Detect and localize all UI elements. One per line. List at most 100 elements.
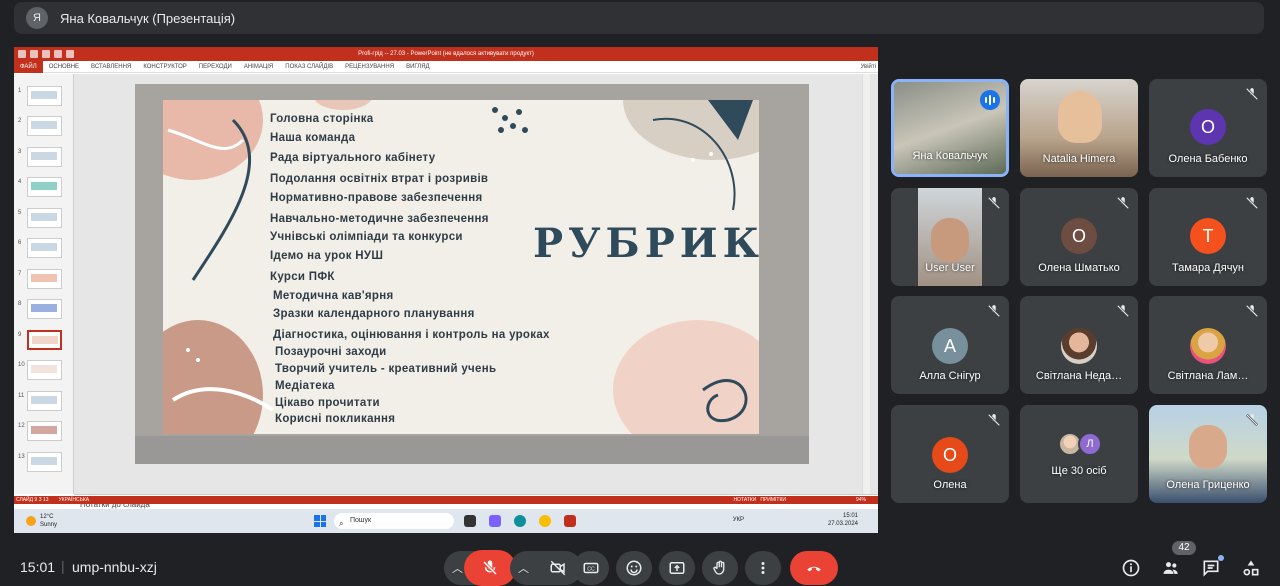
chevron-up-icon[interactable]: ︿	[518, 560, 529, 576]
slide-thumbnail[interactable]	[27, 208, 62, 228]
participant-avatar: О	[932, 437, 968, 473]
end-call-icon	[807, 566, 821, 572]
slide-thumbnail[interactable]	[27, 421, 62, 441]
weather-temp: 12°C	[40, 514, 54, 520]
ribbon-tab-file[interactable]: ФАЙЛ	[14, 60, 43, 73]
meeting-code[interactable]: ump-nnbu-xzj	[72, 559, 157, 575]
windows-taskbar: 12°C Sunny ⌕ Пошук УКР 15:01 27.03.2024	[14, 509, 878, 533]
ribbon-tab-home[interactable]: ОСНОВНЕ	[43, 64, 85, 70]
leave-call-button[interactable]	[790, 551, 838, 585]
status-comments-button[interactable]: ПРИМІТКИ	[760, 497, 786, 503]
slide-menu-item: Позаурочні заходи	[275, 346, 387, 358]
ribbon-tab-insert[interactable]: ВСТАВЛЕННЯ	[85, 64, 137, 70]
slide-thumbnail[interactable]	[27, 452, 62, 472]
slide-menu-item: Нормативно-правове забезпечення	[270, 192, 483, 204]
keyboard-language[interactable]: УКР	[733, 517, 744, 523]
slide-thumbnail[interactable]	[27, 299, 62, 319]
thumb-number: 4	[18, 179, 22, 185]
participant-avatar: О	[1190, 109, 1226, 145]
sign-in-link[interactable]: Увійті	[861, 64, 876, 70]
mic-off-icon	[482, 560, 498, 576]
participant-tile[interactable]: О Олена Бабенко	[1149, 79, 1267, 177]
ribbon-tab-review[interactable]: РЕЦЕНЗУВАННЯ	[339, 64, 400, 70]
thumb-number: 3	[18, 149, 22, 155]
status-language[interactable]: УКРАЇНСЬКА	[59, 497, 90, 503]
participant-avatar: О	[1061, 218, 1097, 254]
emoji-icon	[626, 560, 642, 576]
thumb-number: 8	[18, 301, 22, 307]
chevron-up-icon[interactable]: ︿	[452, 560, 463, 576]
more-participants-tile[interactable]: Л Ще 30 осіб	[1020, 405, 1138, 503]
meeting-info-button[interactable]	[1120, 557, 1142, 579]
thumb-number: 12	[18, 423, 25, 429]
camera-control-group: ︿	[510, 551, 582, 585]
slide-thumbnail[interactable]	[27, 391, 62, 411]
presenter-avatar: Я	[26, 7, 48, 29]
thumb-number: 11	[18, 393, 25, 399]
more-options-button[interactable]	[745, 551, 781, 585]
captions-button[interactable]: CC	[573, 551, 609, 585]
activities-button[interactable]	[1240, 557, 1262, 579]
participant-tile[interactable]: Світлана Лам…	[1149, 296, 1267, 394]
participant-tile[interactable]: О Олена	[891, 405, 1009, 503]
current-slide[interactable]: РУБРИКИ Головна сторінка Наша команда Ра…	[163, 100, 759, 434]
slide-thumbnail[interactable]	[27, 116, 62, 136]
slide-menu-item: Подолання освітніх втрат і розривів	[270, 173, 489, 185]
slide-thumbnail[interactable]	[27, 177, 62, 197]
windows-start-icon[interactable]	[314, 515, 326, 527]
mic-off-icon	[987, 413, 1001, 427]
participant-name: Олена Гриценко	[1166, 479, 1250, 491]
zoom-level[interactable]: 94%	[856, 497, 866, 503]
ribbon-tab-transitions[interactable]: ПЕРЕХОДИ	[193, 64, 238, 70]
slide-menu-item: Наша команда	[270, 132, 356, 144]
participant-tile[interactable]: А Алла Снігур	[891, 296, 1009, 394]
thumb-number: 9	[18, 332, 22, 338]
thumb-number: 2	[18, 118, 22, 124]
slide-thumbnail[interactable]	[27, 269, 62, 289]
taskbar-search[interactable]: ⌕ Пошук	[334, 513, 454, 529]
shared-screen[interactable]: Profi-грід -- 27.03 - PowerPoint (не вда…	[14, 47, 878, 533]
system-clock[interactable]: 15:01 27.03.2024	[828, 512, 858, 528]
slide-editing-area[interactable]: РУБРИКИ Головна сторінка Наша команда Ра…	[75, 74, 870, 494]
raise-hand-button[interactable]	[702, 551, 738, 585]
participant-tile[interactable]: Т Тамара Дячун	[1149, 188, 1267, 286]
participant-name: Алла Снігур	[919, 370, 981, 382]
slide-thumbnail[interactable]	[27, 147, 62, 167]
participant-name: Тамара Дячун	[1171, 262, 1245, 274]
clock-time: 15:01	[842, 513, 858, 519]
ribbon-tab-slideshow[interactable]: ПОКАЗ СЛАЙДІВ	[279, 64, 339, 70]
slide-thumbnail-selected[interactable]	[27, 330, 62, 350]
participant-tile[interactable]: Олена Гриценко	[1149, 405, 1267, 503]
chat-button[interactable]	[1200, 555, 1224, 579]
powerpoint-icon[interactable]	[564, 515, 576, 527]
slide-thumbnail-pane: 1 2 3 4 5 6 7 8 9 10 11 12 13	[14, 74, 74, 494]
slide-thumbnail[interactable]	[27, 238, 62, 258]
edge-icon[interactable]	[514, 515, 526, 527]
people-button[interactable]	[1160, 557, 1182, 579]
slide-thumbnail[interactable]	[27, 86, 62, 106]
slide-menu-item: Зразки календарного планування	[273, 308, 475, 320]
participant-tile[interactable]: Natalia Himera	[1020, 79, 1138, 177]
ribbon-tab-view[interactable]: ВИГЛЯД	[400, 64, 436, 70]
presenter-bar: Я Яна Ковальчук (Презентація)	[14, 2, 1264, 34]
task-view-icon[interactable]	[464, 515, 476, 527]
slide-menu-item: Діагностика, оцінювання і контроль на ур…	[273, 329, 550, 341]
participant-tile[interactable]: User User	[891, 188, 1009, 286]
participant-name: Світлана Неда…	[1035, 370, 1123, 382]
ribbon-tab-animations[interactable]: АНІМАЦІЯ	[238, 64, 279, 70]
slide-thumbnail[interactable]	[27, 360, 62, 380]
reactions-button[interactable]	[616, 551, 652, 585]
participant-tile[interactable]: Яна Ковальчук	[891, 79, 1009, 177]
present-screen-button[interactable]	[659, 551, 695, 585]
participant-tile[interactable]: О Олена Шматько	[1020, 188, 1138, 286]
chrome-icon[interactable]	[539, 515, 551, 527]
teams-icon[interactable]	[489, 515, 501, 527]
ppt-window-title: Profi-грід -- 27.03 - PowerPoint (не вда…	[358, 51, 534, 57]
slide-vertical-scrollbar[interactable]	[862, 74, 870, 494]
weather-widget[interactable]: 12°C Sunny	[40, 513, 57, 529]
mic-toggle-button[interactable]	[464, 550, 516, 586]
participant-tile[interactable]: Світлана Неда…	[1020, 296, 1138, 394]
ribbon-tab-design[interactable]: КОНСТРУКТОР	[137, 64, 192, 70]
slide-menu-item: Творчий учитель - креативний учень	[275, 363, 497, 375]
status-notes-button[interactable]: НОТАТКИ	[733, 497, 756, 503]
